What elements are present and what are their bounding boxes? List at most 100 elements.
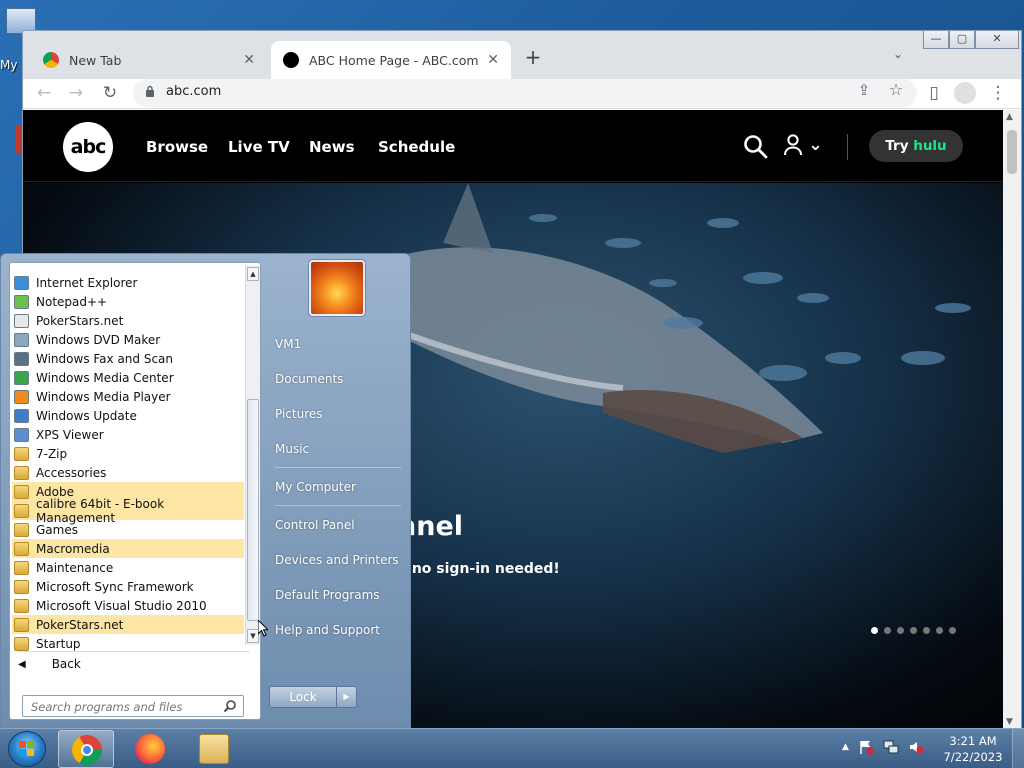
show-hidden-icons-arrow[interactable]: ▲ — [842, 742, 849, 752]
clock[interactable]: 3:21 AM 7/22/2023 — [940, 733, 1006, 765]
menu-item-default-programs[interactable]: Default Programs — [275, 588, 380, 602]
lock-button[interactable]: Lock — [269, 686, 337, 708]
menu-item-control-panel[interactable]: Control Panel — [275, 518, 355, 532]
tab-search-chevron-icon[interactable]: ⌄ — [893, 47, 903, 61]
program-label: Notepad++ — [36, 294, 108, 309]
browser-menu-icon[interactable]: ⋮ — [987, 83, 1009, 103]
address-bar[interactable]: abc.com ⇪ ☆ — [133, 79, 917, 107]
volume-muted-icon[interactable] — [908, 739, 924, 755]
program-item[interactable]: Notepad++ — [12, 292, 244, 311]
close-tab-icon[interactable]: ✕ — [487, 52, 499, 68]
folder-icon — [14, 465, 29, 480]
program-item[interactable]: Windows Media Player — [12, 387, 244, 406]
taskbar-explorer[interactable] — [186, 730, 242, 768]
carousel-dot[interactable] — [949, 627, 956, 634]
scroll-thumb[interactable] — [1007, 130, 1017, 174]
back-arrow-icon[interactable]: ← — [33, 83, 55, 103]
clock-date: 7/22/2023 — [943, 750, 1003, 764]
program-item[interactable]: Windows Media Center — [12, 368, 244, 387]
nav-browse[interactable]: Browse — [146, 138, 208, 156]
carousel-dot[interactable] — [910, 627, 917, 634]
side-panel-icon[interactable]: ▯ — [923, 83, 945, 103]
scroll-down-arrow[interactable]: ▼ — [1006, 717, 1013, 727]
desktop-icon-label[interactable]: My — [0, 58, 17, 72]
program-icon — [14, 370, 29, 385]
program-item[interactable]: Games — [12, 520, 244, 539]
action-center-flag-icon[interactable] — [858, 739, 874, 755]
search-programs-input[interactable]: Search programs and files — [22, 695, 244, 717]
program-item[interactable]: Windows Fax and Scan — [12, 349, 244, 368]
scroll-up-arrow[interactable]: ▲ — [1006, 112, 1013, 122]
share-icon[interactable]: ⇪ — [853, 81, 875, 99]
start-menu-right-pane: VM1 Documents Pictures Music My Computer… — [269, 254, 411, 724]
program-item[interactable]: Maintenance — [12, 558, 244, 577]
url-text[interactable]: abc.com — [166, 84, 221, 99]
close-window-button[interactable]: ✕ — [975, 31, 1019, 49]
network-icon[interactable] — [883, 739, 899, 755]
chevron-down-icon: ⌄ — [808, 135, 823, 155]
scroll-up-arrow[interactable]: ▲ — [247, 267, 259, 281]
browser-toolbar: ← → ↻ abc.com ⇪ ☆ ▯ ⋮ — [23, 79, 1021, 109]
taskbar-firefox[interactable] — [122, 730, 178, 768]
show-desktop-button[interactable] — [1012, 729, 1024, 768]
account-menu[interactable]: ⌄ — [783, 134, 823, 156]
minimize-button[interactable]: — — [923, 31, 949, 49]
menu-item-devices-printers[interactable]: Devices and Printers — [275, 553, 399, 567]
program-item[interactable]: Accessories — [12, 463, 244, 482]
firefox-icon — [135, 734, 165, 764]
user-icon — [784, 134, 802, 156]
search-icon — [223, 700, 236, 713]
program-item[interactable]: Windows DVD Maker — [12, 330, 244, 349]
close-tab-icon[interactable]: ✕ — [243, 52, 255, 68]
start-button-windows-icon[interactable] — [8, 731, 46, 767]
all-programs-list: Internet Explorer Notepad++ PokerStars.net… — [10, 263, 246, 651]
program-item[interactable]: PokerStars.net — [12, 615, 244, 634]
try-hulu-button[interactable]: Try hulu — [869, 130, 963, 162]
user-picture-flower-icon[interactable] — [309, 260, 365, 316]
new-tab-button[interactable]: + — [519, 45, 547, 69]
menu-item-help-support[interactable]: Help and Support — [275, 623, 380, 637]
program-item[interactable]: Microsoft Visual Studio 2010 — [12, 596, 244, 615]
scroll-thumb[interactable] — [247, 399, 259, 621]
reload-icon[interactable]: ↻ — [99, 83, 121, 103]
bookmark-star-icon[interactable]: ☆ — [885, 80, 907, 99]
tab-abc[interactable]: ABC Home Page - ABC.com ✕ — [271, 41, 511, 79]
shutdown-options-arrow-icon[interactable]: ▶ — [336, 686, 357, 708]
lock-icon[interactable] — [145, 85, 155, 97]
programs-scrollbar[interactable]: ▲ ▼ — [245, 265, 260, 645]
site-header: abc Browse Live TV News Schedule ⌄ Try h… — [23, 110, 1003, 182]
maximize-button[interactable]: ▢ — [949, 31, 975, 49]
program-item[interactable]: Microsoft Sync Framework — [12, 577, 244, 596]
back-button[interactable]: ◀ Back — [18, 657, 81, 671]
program-item[interactable]: Macromedia — [12, 539, 244, 558]
menu-item-vm1[interactable]: VM1 — [275, 337, 301, 351]
taskbar: ▲ 3:21 AM 7/22/2023 — [0, 728, 1024, 768]
nav-live-tv[interactable]: Live TV — [228, 138, 290, 156]
carousel-dot[interactable] — [936, 627, 943, 634]
search-icon[interactable] — [743, 134, 769, 160]
menu-item-pictures[interactable]: Pictures — [275, 407, 323, 421]
program-item[interactable]: 7-Zip — [12, 444, 244, 463]
abc-logo[interactable]: abc — [63, 122, 113, 172]
taskbar-chrome[interactable] — [58, 730, 114, 768]
forward-arrow-icon[interactable]: → — [65, 83, 87, 103]
nav-schedule[interactable]: Schedule — [378, 138, 455, 156]
menu-item-documents[interactable]: Documents — [275, 372, 343, 386]
program-label: Microsoft Visual Studio 2010 — [36, 598, 207, 613]
program-item[interactable]: calibre 64bit - E-book Management — [12, 497, 244, 525]
program-item[interactable]: Internet Explorer — [12, 273, 244, 292]
program-item[interactable]: Windows Update — [12, 406, 244, 425]
carousel-dot[interactable] — [884, 627, 891, 634]
carousel-dot[interactable] — [871, 627, 878, 634]
page-scrollbar[interactable]: ▲ ▼ — [1003, 110, 1021, 729]
carousel-dot[interactable] — [923, 627, 930, 634]
program-item[interactable]: PokerStars.net — [12, 311, 244, 330]
menu-item-music[interactable]: Music — [275, 442, 309, 456]
menu-item-my-computer[interactable]: My Computer — [275, 480, 356, 494]
nav-news[interactable]: News — [309, 138, 355, 156]
abc-favicon-icon — [283, 52, 299, 68]
tab-new-tab[interactable]: New Tab ✕ — [31, 41, 267, 79]
profile-avatar-icon[interactable] — [954, 82, 976, 104]
program-item[interactable]: XPS Viewer — [12, 425, 244, 444]
carousel-dot[interactable] — [897, 627, 904, 634]
